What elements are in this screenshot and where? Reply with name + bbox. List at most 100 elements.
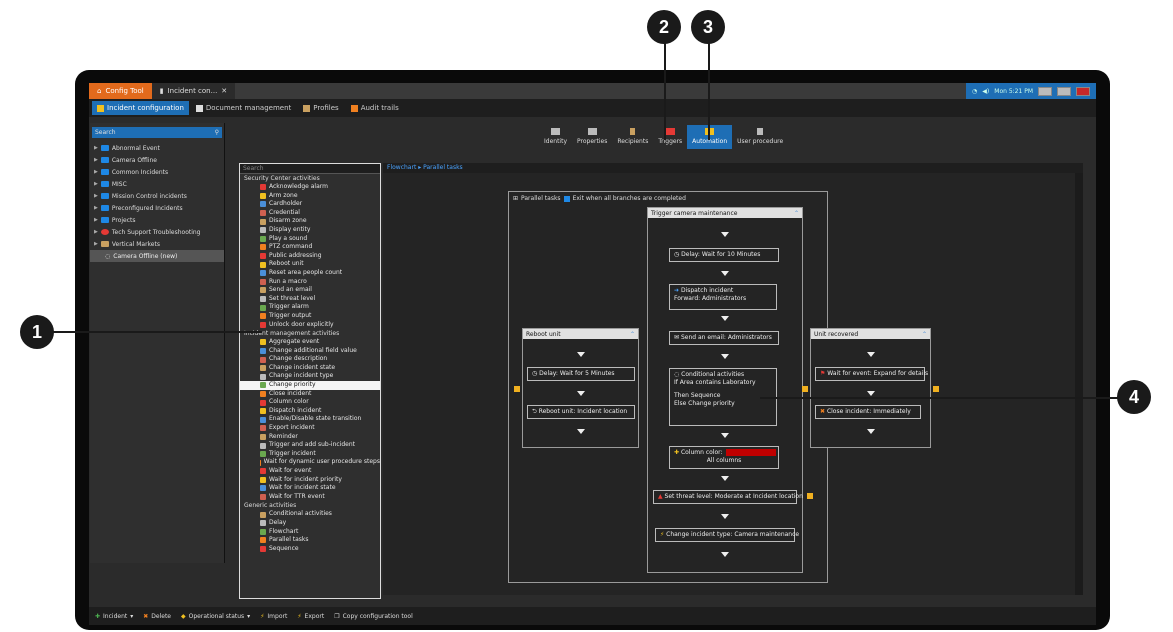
tree-item[interactable]: ▶ Abnormal Event: [90, 142, 224, 154]
subtab-document-management[interactable]: Document management: [191, 101, 296, 115]
palette-item[interactable]: Delay: [240, 519, 380, 528]
palette-item[interactable]: Credential: [240, 209, 380, 218]
palette-item[interactable]: Enable/Disable state transition: [240, 415, 380, 424]
palette-item[interactable]: Run a macro: [240, 278, 380, 287]
palette-item[interactable]: Change incident type: [240, 372, 380, 381]
palette-item[interactable]: Parallel tasks: [240, 536, 380, 545]
palette-item[interactable]: Disarm zone: [240, 217, 380, 226]
palette-item[interactable]: Trigger incident: [240, 450, 380, 459]
palette-item[interactable]: Aggregate event: [240, 338, 380, 347]
palette-item[interactable]: Trigger and add sub-incident: [240, 441, 380, 450]
palette-item[interactable]: Play a sound: [240, 235, 380, 244]
add-incident-button[interactable]: ✚ Incident ▾: [95, 613, 133, 620]
subtab-profiles[interactable]: Profiles: [298, 101, 343, 115]
palette-item[interactable]: Send an email: [240, 286, 380, 295]
collapse-icon[interactable]: ⌃: [922, 331, 927, 338]
palette-item[interactable]: PTZ command: [240, 243, 380, 252]
vertical-scrollbar[interactable]: [1075, 173, 1083, 595]
color-swatch[interactable]: [725, 449, 776, 456]
breadcrumb-parallel-tasks[interactable]: Parallel tasks: [423, 164, 463, 171]
collapse-icon[interactable]: ⌃: [794, 210, 799, 217]
tab-recipients[interactable]: Recipients: [612, 125, 653, 149]
tree-item[interactable]: ▶ Projects: [90, 214, 224, 226]
subtab-audit-trails[interactable]: Audit trails: [346, 101, 404, 115]
export-button[interactable]: ⚡ Export: [297, 613, 324, 620]
palette-item[interactable]: Wait for TTR event: [240, 493, 380, 502]
copy-config-tool-button[interactable]: ❐ Copy configuration tool: [334, 613, 413, 620]
breadcrumb-flowchart[interactable]: Flowchart: [387, 164, 416, 171]
tab-triggers[interactable]: Triggers: [653, 125, 687, 149]
palette-group-header[interactable]: Generic activities: [240, 501, 380, 510]
activity-send-email[interactable]: ✉ Send an email: Administrators: [669, 331, 779, 345]
palette-item[interactable]: Public addressing: [240, 252, 380, 261]
activity-dispatch-incident[interactable]: ➜ Dispatch incident Forward: Administrato…: [669, 284, 777, 310]
palette-item[interactable]: Flowchart: [240, 528, 380, 537]
tab-incident-config[interactable]: ▮ Incident con... ✕: [151, 83, 236, 99]
tree-item[interactable]: ▶ MISC: [90, 178, 224, 190]
palette-item[interactable]: Wait for incident state: [240, 484, 380, 493]
palette-item[interactable]: Change incident state: [240, 364, 380, 373]
palette-item[interactable]: Trigger alarm: [240, 303, 380, 312]
refresh-icon[interactable]: ◔: [972, 88, 977, 95]
palette-item[interactable]: Cardholder: [240, 200, 380, 209]
expand-icon[interactable]: ▶: [94, 217, 98, 223]
palette-item[interactable]: Display entity: [240, 226, 380, 235]
palette-item[interactable]: Wait for event: [240, 467, 380, 476]
tab-properties[interactable]: Properties: [572, 125, 612, 149]
expand-icon[interactable]: ▶: [94, 241, 98, 247]
palette-item[interactable]: Export incident: [240, 424, 380, 433]
activity-change-incident-type[interactable]: ⚡ Change incident type: Camera maintenan…: [655, 528, 799, 542]
tab-identity[interactable]: Identity: [539, 125, 572, 149]
expand-icon[interactable]: ▶: [94, 193, 98, 199]
activity-close-incident[interactable]: ✖ Close incident: Immediately: [815, 405, 921, 419]
minimize-button[interactable]: [1038, 86, 1052, 96]
volume-icon[interactable]: ◀): [982, 88, 989, 95]
palette-item[interactable]: Acknowledge alarm: [240, 183, 380, 192]
palette-item[interactable]: Close incident: [240, 390, 380, 399]
tree-item[interactable]: ▶ Tech Support Troubleshooting: [90, 226, 224, 238]
palette-item[interactable]: Wait for dynamic user procedure steps: [240, 458, 380, 467]
branch-condition-icon[interactable]: [802, 386, 808, 392]
branch-condition-icon[interactable]: [933, 386, 939, 392]
palette-group-header[interactable]: Security Center activities: [240, 174, 380, 183]
delete-button[interactable]: ✖ Delete: [143, 613, 171, 620]
operational-status-button[interactable]: ◆ Operational status ▾: [181, 613, 250, 620]
import-button[interactable]: ⚡ Import: [260, 613, 287, 620]
close-button[interactable]: [1076, 86, 1090, 96]
palette-item[interactable]: Dispatch incident: [240, 407, 380, 416]
branch-condition-icon[interactable]: [514, 386, 520, 392]
expand-icon[interactable]: ▶: [94, 169, 98, 175]
palette-item[interactable]: Wait for incident priority: [240, 476, 380, 485]
palette-search-input[interactable]: Search: [240, 164, 380, 174]
expand-icon[interactable]: ▶: [94, 181, 98, 187]
palette-item[interactable]: Reminder: [240, 433, 380, 442]
activity-delay-5min[interactable]: ◷ Delay: Wait for 5 Minutes: [527, 367, 635, 381]
expand-icon[interactable]: ▶: [94, 229, 98, 235]
collapse-icon[interactable]: ⌃: [630, 331, 635, 338]
palette-item[interactable]: Trigger output: [240, 312, 380, 321]
activity-reboot-unit[interactable]: ⮌ Reboot unit: Incident location: [527, 405, 635, 419]
maximize-button[interactable]: [1057, 86, 1071, 96]
palette-item[interactable]: Unlock door explicitly: [240, 321, 380, 330]
tree-item[interactable]: ▶ Vertical Markets: [90, 238, 224, 250]
tab-user-procedure[interactable]: User procedure: [732, 125, 788, 149]
palette-item[interactable]: Conditional activities: [240, 510, 380, 519]
tree-item[interactable]: ▶ Common Incidents: [90, 166, 224, 178]
activity-set-threat-level[interactable]: ▲ Set threat level: Moderate at Incident…: [653, 490, 803, 504]
palette-item[interactable]: Arm zone: [240, 192, 380, 201]
expand-icon[interactable]: ▶: [94, 145, 98, 151]
tree-item[interactable]: ▶ Mission Control incidents: [90, 190, 224, 202]
subtab-incident-configuration[interactable]: Incident configuration: [92, 101, 189, 115]
palette-item[interactable]: Change additional field value: [240, 347, 380, 356]
tree-item[interactable]: ▶ Camera Offline: [90, 154, 224, 166]
expand-icon[interactable]: ▶: [94, 205, 98, 211]
palette-item[interactable]: Change priority: [240, 381, 380, 390]
palette-item[interactable]: Reset area people count: [240, 269, 380, 278]
activity-column-color[interactable]: ✚ Column color: All columns: [669, 446, 779, 469]
close-icon[interactable]: ✕: [221, 87, 227, 95]
tree-item-selected[interactable]: ◌ Camera Offline (new): [90, 250, 224, 262]
activity-wait-for-event[interactable]: ⚑ Wait for event: Expand for details: [815, 367, 928, 381]
palette-item[interactable]: Reboot unit: [240, 260, 380, 269]
palette-item[interactable]: Change description: [240, 355, 380, 364]
tree-item[interactable]: ▶ Preconfigured Incidents: [90, 202, 224, 214]
